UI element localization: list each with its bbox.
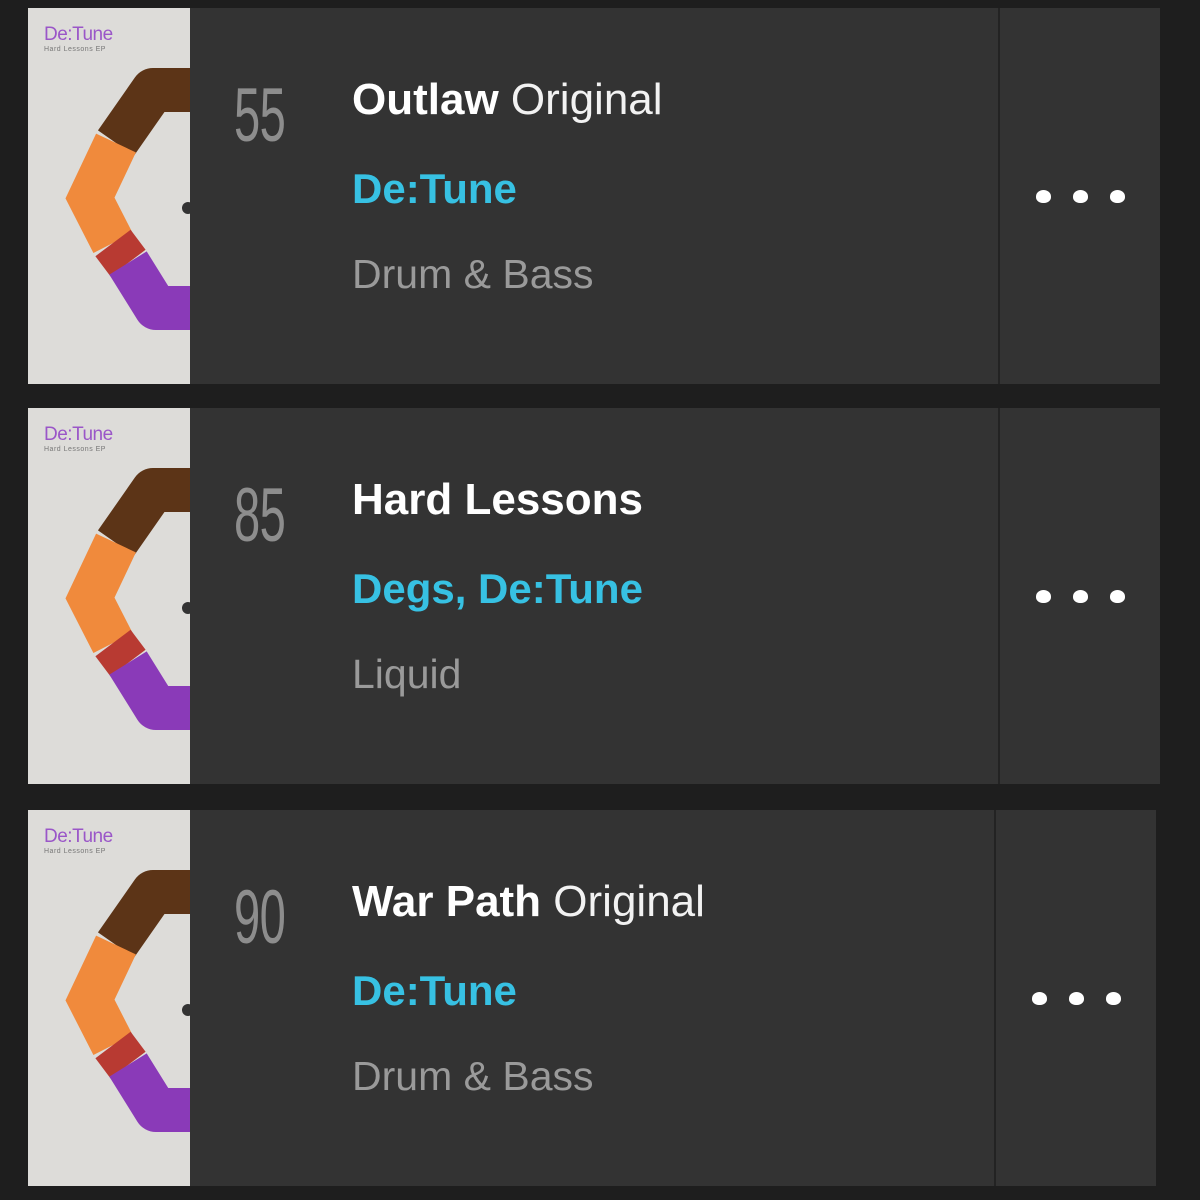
track-genre[interactable]: Drum & Bass [352, 251, 594, 297]
track-row[interactable]: De:Tune Hard Lessons EP 90 War Path Orig… [28, 810, 1156, 1186]
more-dots-icon [1035, 589, 1125, 603]
track-mix: Original [553, 877, 705, 926]
track-rank: 55 [234, 73, 286, 158]
track-name[interactable]: Outlaw [352, 75, 499, 124]
artwork-subtitle: Hard Lessons EP [44, 46, 106, 53]
artwork-label: De:Tune [44, 826, 113, 847]
artwork-subtitle: Hard Lessons EP [44, 848, 106, 855]
track-info: 90 War Path Original De:Tune Drum & Bass [190, 810, 994, 1186]
track-rank: 85 [234, 473, 286, 558]
track-name[interactable]: War Path [352, 877, 541, 926]
artwork-label: De:Tune [44, 24, 113, 45]
artwork-graphic [65, 68, 190, 330]
track-rank: 90 [234, 875, 286, 960]
track-name[interactable]: Hard Lessons [352, 475, 643, 524]
track-info: 85 Hard Lessons Degs, De:Tune Liquid [190, 408, 998, 784]
track-mix: Original [510, 75, 663, 124]
artwork-graphic [65, 870, 190, 1132]
album-artwork[interactable]: De:Tune Hard Lessons EP [28, 810, 190, 1186]
artwork-subtitle: Hard Lessons EP [44, 446, 106, 453]
track-artists[interactable]: De:Tune [352, 165, 517, 212]
more-options-button[interactable] [998, 408, 1160, 784]
track-artists[interactable]: Degs, De:Tune [352, 565, 643, 612]
artwork-label: De:Tune [44, 424, 113, 445]
track-title[interactable]: War Path Original [352, 877, 705, 926]
more-options-button[interactable] [998, 8, 1160, 384]
album-artwork[interactable]: De:Tune Hard Lessons EP [28, 408, 190, 784]
track-artists[interactable]: De:Tune [352, 967, 517, 1014]
artwork-graphic [65, 468, 190, 730]
more-dots-icon [1035, 189, 1125, 203]
track-title[interactable]: Hard Lessons [352, 475, 643, 524]
album-artwork[interactable]: De:Tune Hard Lessons EP [28, 8, 190, 384]
more-options-button[interactable] [994, 810, 1156, 1186]
track-genre[interactable]: Liquid [352, 651, 461, 697]
track-row[interactable]: De:Tune Hard Lessons EP 55 Outlaw Origin… [28, 8, 1160, 384]
track-genre[interactable]: Drum & Bass [352, 1053, 594, 1099]
track-title[interactable]: Outlaw Original [352, 75, 663, 124]
track-row[interactable]: De:Tune Hard Lessons EP 85 Hard Lessons … [28, 408, 1160, 784]
track-info: 55 Outlaw Original De:Tune Drum & Bass [190, 8, 998, 384]
more-dots-icon [1031, 991, 1121, 1005]
track-list: De:Tune Hard Lessons EP 55 Outlaw Origin… [0, 0, 1200, 1200]
